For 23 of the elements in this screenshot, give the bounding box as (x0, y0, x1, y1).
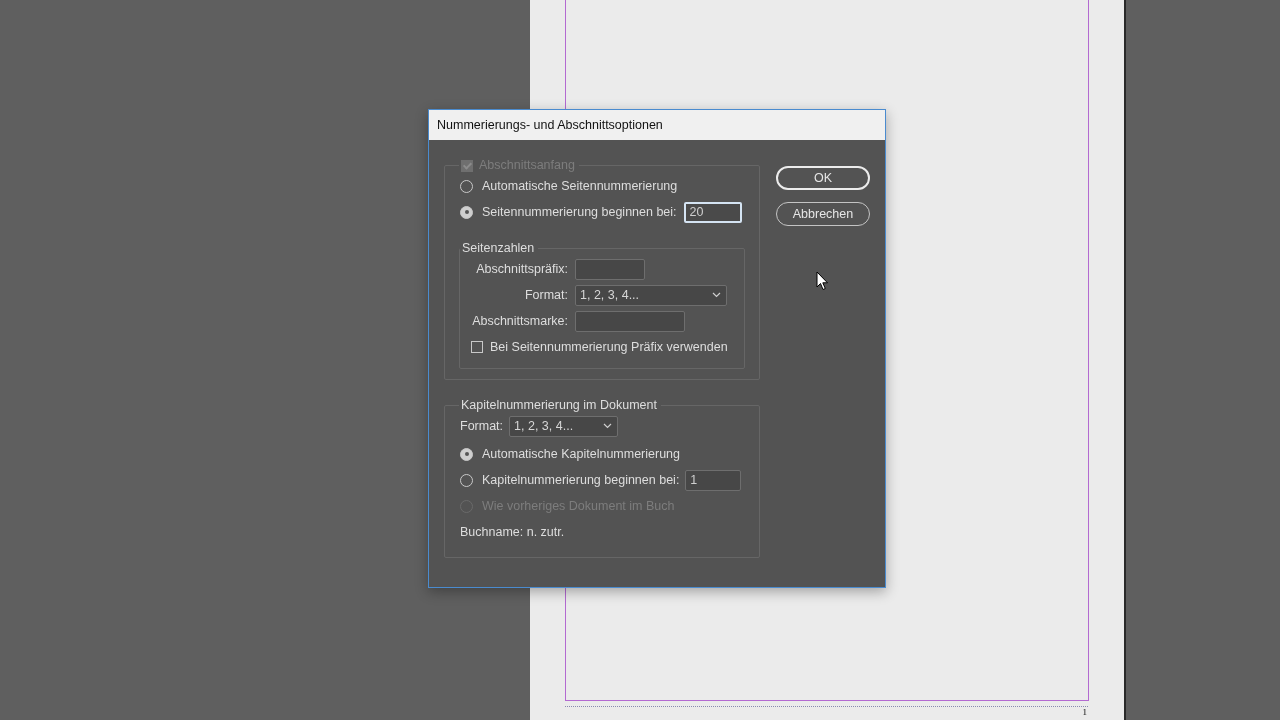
field-label: Abschnittspräfix: (475, 262, 568, 276)
page-number: 1 (1082, 707, 1087, 717)
chevron-down-icon (712, 292, 721, 298)
field-label: Format: (460, 419, 504, 433)
field-label: Format: (523, 288, 568, 302)
ok-button[interactable]: OK (776, 166, 870, 190)
format-dropdown[interactable]: 1, 2, 3, 4... (509, 415, 619, 437)
mouse-pointer-icon (816, 271, 829, 291)
number-field[interactable]: 1 (685, 469, 742, 491)
radio-label: Automatische Seitennummerierung (482, 179, 678, 193)
radio-label: Automatische Kapitelnummerierung (482, 447, 681, 461)
checkbox-label: Bei Seitennummerierung Präfix verwenden (490, 340, 728, 354)
text-field[interactable] (575, 258, 645, 280)
book-name-text: Buchname: n. zutr. (460, 524, 566, 541)
text-field[interactable] (575, 310, 685, 332)
window-title: Nummerierungs- und Abschnittsoptionen (429, 110, 885, 140)
group-title: Kapitelnummerierung im Dokument (461, 398, 657, 413)
radio-button[interactable] (460, 447, 473, 461)
chevron-down-icon (603, 423, 613, 429)
group-title: Seitenzahlen (462, 241, 535, 256)
radio-label: Seitennummerierung beginnen bei: (482, 205, 677, 219)
field-label: Abschnittsmarke: (471, 314, 568, 328)
radio-label: Kapitelnummerierung beginnen bei: (482, 473, 680, 487)
